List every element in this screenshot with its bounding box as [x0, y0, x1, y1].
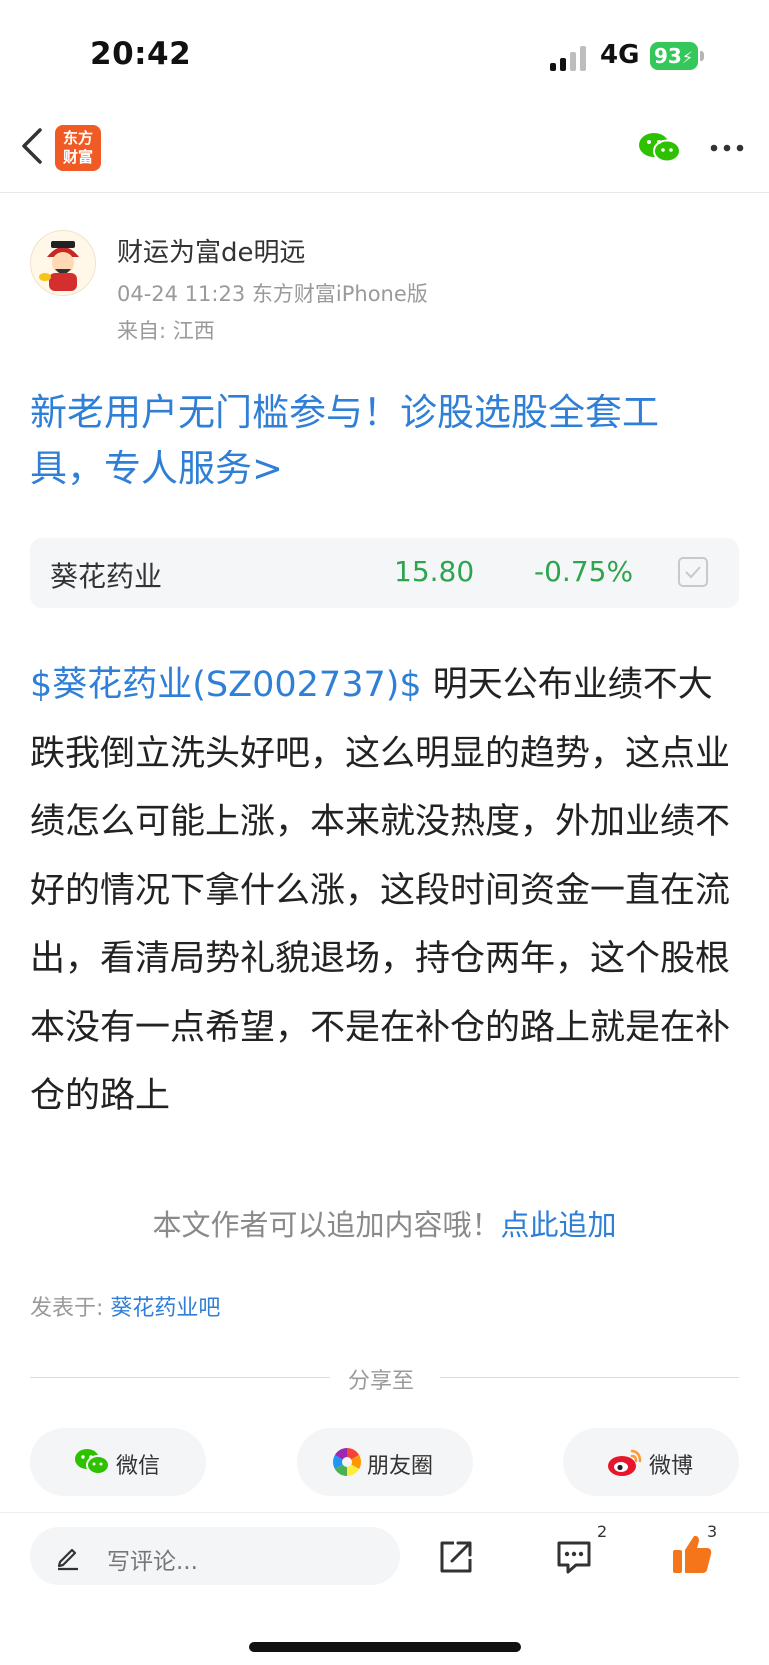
posted-in: 发表于: 葵花药业吧 — [30, 1290, 220, 1322]
share-icon[interactable] — [436, 1537, 476, 1577]
post-location: 来自: 江西 — [117, 319, 215, 343]
append-link[interactable]: 点此追加 — [501, 1208, 617, 1242]
comment-placeholder[interactable]: 写评论... — [107, 1542, 198, 1576]
append-prompt: 本文作者可以追加内容哦！点此追加 — [0, 1202, 769, 1244]
share-divider-left — [30, 1377, 330, 1378]
stock-name: 葵花药业 — [50, 560, 163, 593]
wechat-icon — [74, 1446, 110, 1478]
status-time: 20:42 — [90, 36, 192, 72]
avatar-image — [39, 241, 79, 291]
logo-line-1: 东方 — [62, 129, 93, 147]
share-wechat-label: 微信 — [116, 1454, 161, 1479]
comment-input[interactable] — [30, 1527, 400, 1585]
network-type: 4G — [600, 40, 640, 70]
comment-count: 2 — [597, 1522, 608, 1541]
share-label: 分享至 — [348, 1369, 415, 1394]
avatar[interactable] — [30, 230, 96, 296]
post-body: $葵花药业(SZ002737)$ 明天公布业绩不大跌我倒立洗头好吧，这么明显的趋… — [30, 651, 742, 1131]
share-weibo-label: 微博 — [649, 1454, 694, 1479]
app-logo[interactable]: 东方 财富 — [55, 125, 101, 171]
battery-level: 93 — [654, 44, 682, 68]
moments-icon — [331, 1446, 367, 1478]
share-moments-button[interactable]: 朋友圈 — [297, 1428, 473, 1496]
charging-bolt-icon: ⚡ — [681, 48, 694, 67]
battery-tip — [700, 51, 704, 61]
stock-price: 15.80 — [394, 555, 475, 588]
pencil-icon — [52, 1540, 84, 1572]
promo-link[interactable]: 新老用户无门槛参与！诊股选股全套工具，专人服务> — [30, 385, 730, 497]
ticker-link[interactable]: $葵花药业(SZ002737)$ — [30, 665, 422, 705]
comment-icon[interactable] — [554, 1537, 594, 1577]
home-indicator[interactable] — [249, 1642, 521, 1652]
more-icon[interactable] — [708, 138, 748, 158]
back-arrow-icon[interactable] — [16, 126, 52, 166]
share-wechat-button[interactable]: 微信 — [30, 1428, 206, 1496]
add-watchlist-checkbox-icon[interactable] — [678, 557, 708, 587]
battery-indicator: 93⚡ — [650, 42, 698, 70]
weibo-icon — [607, 1446, 643, 1478]
share-moments-label: 朋友圈 — [367, 1454, 434, 1479]
posted-in-label: 发表于: — [30, 1296, 111, 1321]
author-name[interactable]: 财运为富de明远 — [117, 232, 306, 269]
signal-icon — [550, 45, 590, 71]
logo-line-2: 财富 — [62, 148, 93, 166]
post-text: 明天公布业绩不大跌我倒立洗头好吧，这么明显的趋势，这点业绩怎么可能上涨，本来就没… — [30, 665, 731, 1116]
share-weibo-button[interactable]: 微博 — [563, 1428, 739, 1496]
share-divider-right — [440, 1377, 739, 1378]
stock-change: -0.75% — [534, 555, 634, 588]
append-prompt-text: 本文作者可以追加内容哦！ — [152, 1208, 501, 1242]
forum-link[interactable]: 葵花药业吧 — [110, 1296, 220, 1321]
nav-divider — [0, 192, 769, 193]
wechat-share-icon[interactable] — [638, 130, 682, 166]
bottom-divider — [0, 1512, 769, 1513]
like-count: 3 — [707, 1522, 718, 1541]
post-meta: 04-24 11:23 东方财富iPhone版 — [117, 282, 428, 306]
